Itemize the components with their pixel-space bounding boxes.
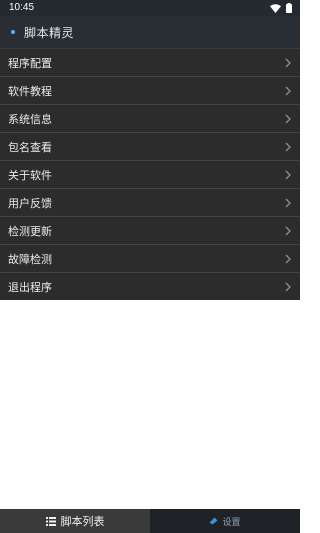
menu-item-check-update[interactable]: 检测更新 — [0, 216, 300, 244]
menu-item-feedback[interactable]: 用户反馈 — [0, 188, 300, 216]
bottom-tab-bar: 脚本列表 设置 — [0, 509, 300, 533]
tab-script-list[interactable]: 脚本列表 — [0, 509, 150, 533]
page-title: 脚本精灵 — [24, 25, 75, 40]
status-icons — [270, 3, 292, 13]
tab-label: 脚本列表 — [60, 515, 105, 528]
app-screen: 10:45 脚本精灵 程序配置 软件教程 系统信息 包名查看 关于软件 用户反馈… — [0, 0, 300, 533]
chevron-right-icon — [285, 142, 291, 152]
header-indicator-dot — [11, 30, 15, 34]
chevron-right-icon — [285, 58, 291, 68]
settings-icon — [209, 517, 218, 525]
menu-item-diagnostics[interactable]: 故障检测 — [0, 244, 300, 272]
app-header: 脚本精灵 — [0, 16, 300, 48]
menu-item-label: 故障检测 — [8, 252, 52, 266]
chevron-right-icon — [285, 86, 291, 96]
chevron-right-icon — [285, 198, 291, 208]
menu-item-exit[interactable]: 退出程序 — [0, 272, 300, 300]
tab-settings[interactable]: 设置 — [150, 509, 300, 533]
menu-item-about[interactable]: 关于软件 — [0, 160, 300, 188]
menu-item-label: 关于软件 — [8, 168, 52, 182]
chevron-right-icon — [285, 114, 291, 124]
menu-item-label: 系统信息 — [8, 112, 52, 126]
status-bar: 10:45 — [0, 0, 300, 16]
menu-item-label: 检测更新 — [8, 224, 52, 238]
menu-item-tutorial[interactable]: 软件教程 — [0, 76, 300, 104]
chevron-right-icon — [285, 282, 291, 292]
tab-label: 设置 — [222, 517, 241, 528]
wifi-icon — [270, 3, 281, 13]
menu-item-label: 软件教程 — [8, 84, 52, 98]
chevron-right-icon — [285, 254, 291, 264]
chevron-right-icon — [285, 170, 291, 180]
menu-item-package-viewer[interactable]: 包名查看 — [0, 132, 300, 160]
menu-item-label: 包名查看 — [8, 140, 52, 154]
settings-menu: 程序配置 软件教程 系统信息 包名查看 关于软件 用户反馈 检测更新 故障检测 — [0, 48, 300, 300]
menu-item-program-config[interactable]: 程序配置 — [0, 48, 300, 76]
menu-item-label: 退出程序 — [8, 280, 52, 294]
menu-item-label: 用户反馈 — [8, 196, 52, 210]
menu-item-label: 程序配置 — [8, 56, 52, 70]
menu-item-system-info[interactable]: 系统信息 — [0, 104, 300, 132]
status-time: 10:45 — [9, 2, 35, 13]
battery-icon — [286, 3, 292, 13]
list-icon — [45, 516, 56, 526]
chevron-right-icon — [285, 226, 291, 236]
